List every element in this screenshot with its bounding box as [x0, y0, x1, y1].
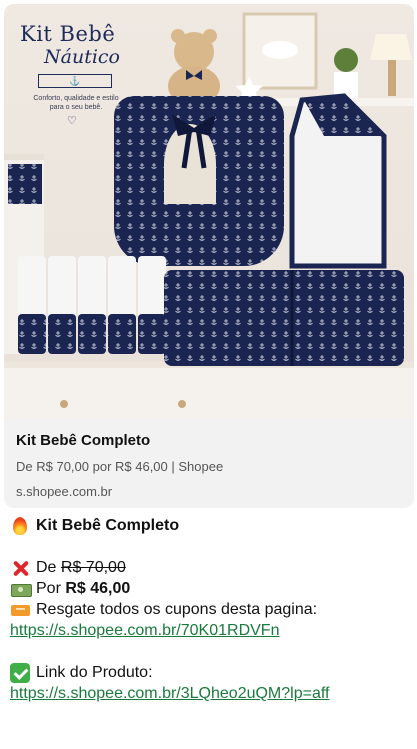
cross-mark-icon [10, 558, 30, 578]
product-link-line: https://s.shopee.com.br/3LQheo2uQM?lp=af… [10, 683, 410, 704]
product-link[interactable]: https://s.shopee.com.br/3LQheo2uQM?lp=af… [10, 683, 329, 704]
money-icon [10, 579, 32, 599]
brand-subtitle: Náutico [44, 46, 120, 68]
coupons-line: Resgate todos os cupons desta pagina: [10, 599, 410, 620]
new-price-prefix: Por [36, 580, 61, 597]
preview-info: Kit Bebê Completo De R$ 70,00 por R$ 46,… [4, 418, 414, 508]
old-price-value: R$ 70,00 [60, 559, 126, 576]
product-line: Link do Produto: [10, 662, 410, 683]
old-price-prefix: De [36, 559, 57, 576]
headline-line: Kit Bebê Completo [10, 515, 410, 536]
product-text: Link do Produto: [36, 664, 153, 681]
coupons-link[interactable]: https://s.shopee.com.br/70K01RDVFn [10, 620, 279, 641]
check-mark-icon [10, 662, 30, 683]
link-preview-card[interactable]: Kit Bebê Náutico ⚓ Conforto, qualidade e… [4, 4, 414, 508]
new-price-line: Por R$ 46,00 [10, 578, 410, 599]
old-price-line: De R$ 70,00 [10, 557, 410, 578]
new-price-value: R$ 46,00 [65, 580, 131, 597]
coupons-text: Resgate todos os cupons desta pagina: [36, 601, 318, 618]
heart-icon: ♡ [67, 115, 77, 127]
preview-description: De R$ 70,00 por R$ 46,00 | Shopee [16, 459, 224, 474]
coupons-link-line: https://s.shopee.com.br/70K01RDVFn [10, 620, 410, 641]
message-body: Kit Bebê Completo De R$ 70,00 Por R$ 46,… [10, 515, 410, 704]
preview-domain: s.shopee.com.br [16, 484, 113, 499]
fire-icon [10, 516, 30, 536]
product-photo: Kit Bebê Náutico ⚓ Conforto, qualidade e… [4, 4, 414, 418]
preview-title: Kit Bebê Completo [16, 432, 151, 449]
anchor-icon: ⚓ [38, 74, 112, 88]
brand-title: Kit Bebê [20, 22, 116, 46]
ticket-icon [10, 600, 30, 620]
brand-tagline: Conforto, qualidade e estilo para o seu … [33, 95, 119, 111]
headline-text: Kit Bebê Completo [36, 517, 180, 534]
